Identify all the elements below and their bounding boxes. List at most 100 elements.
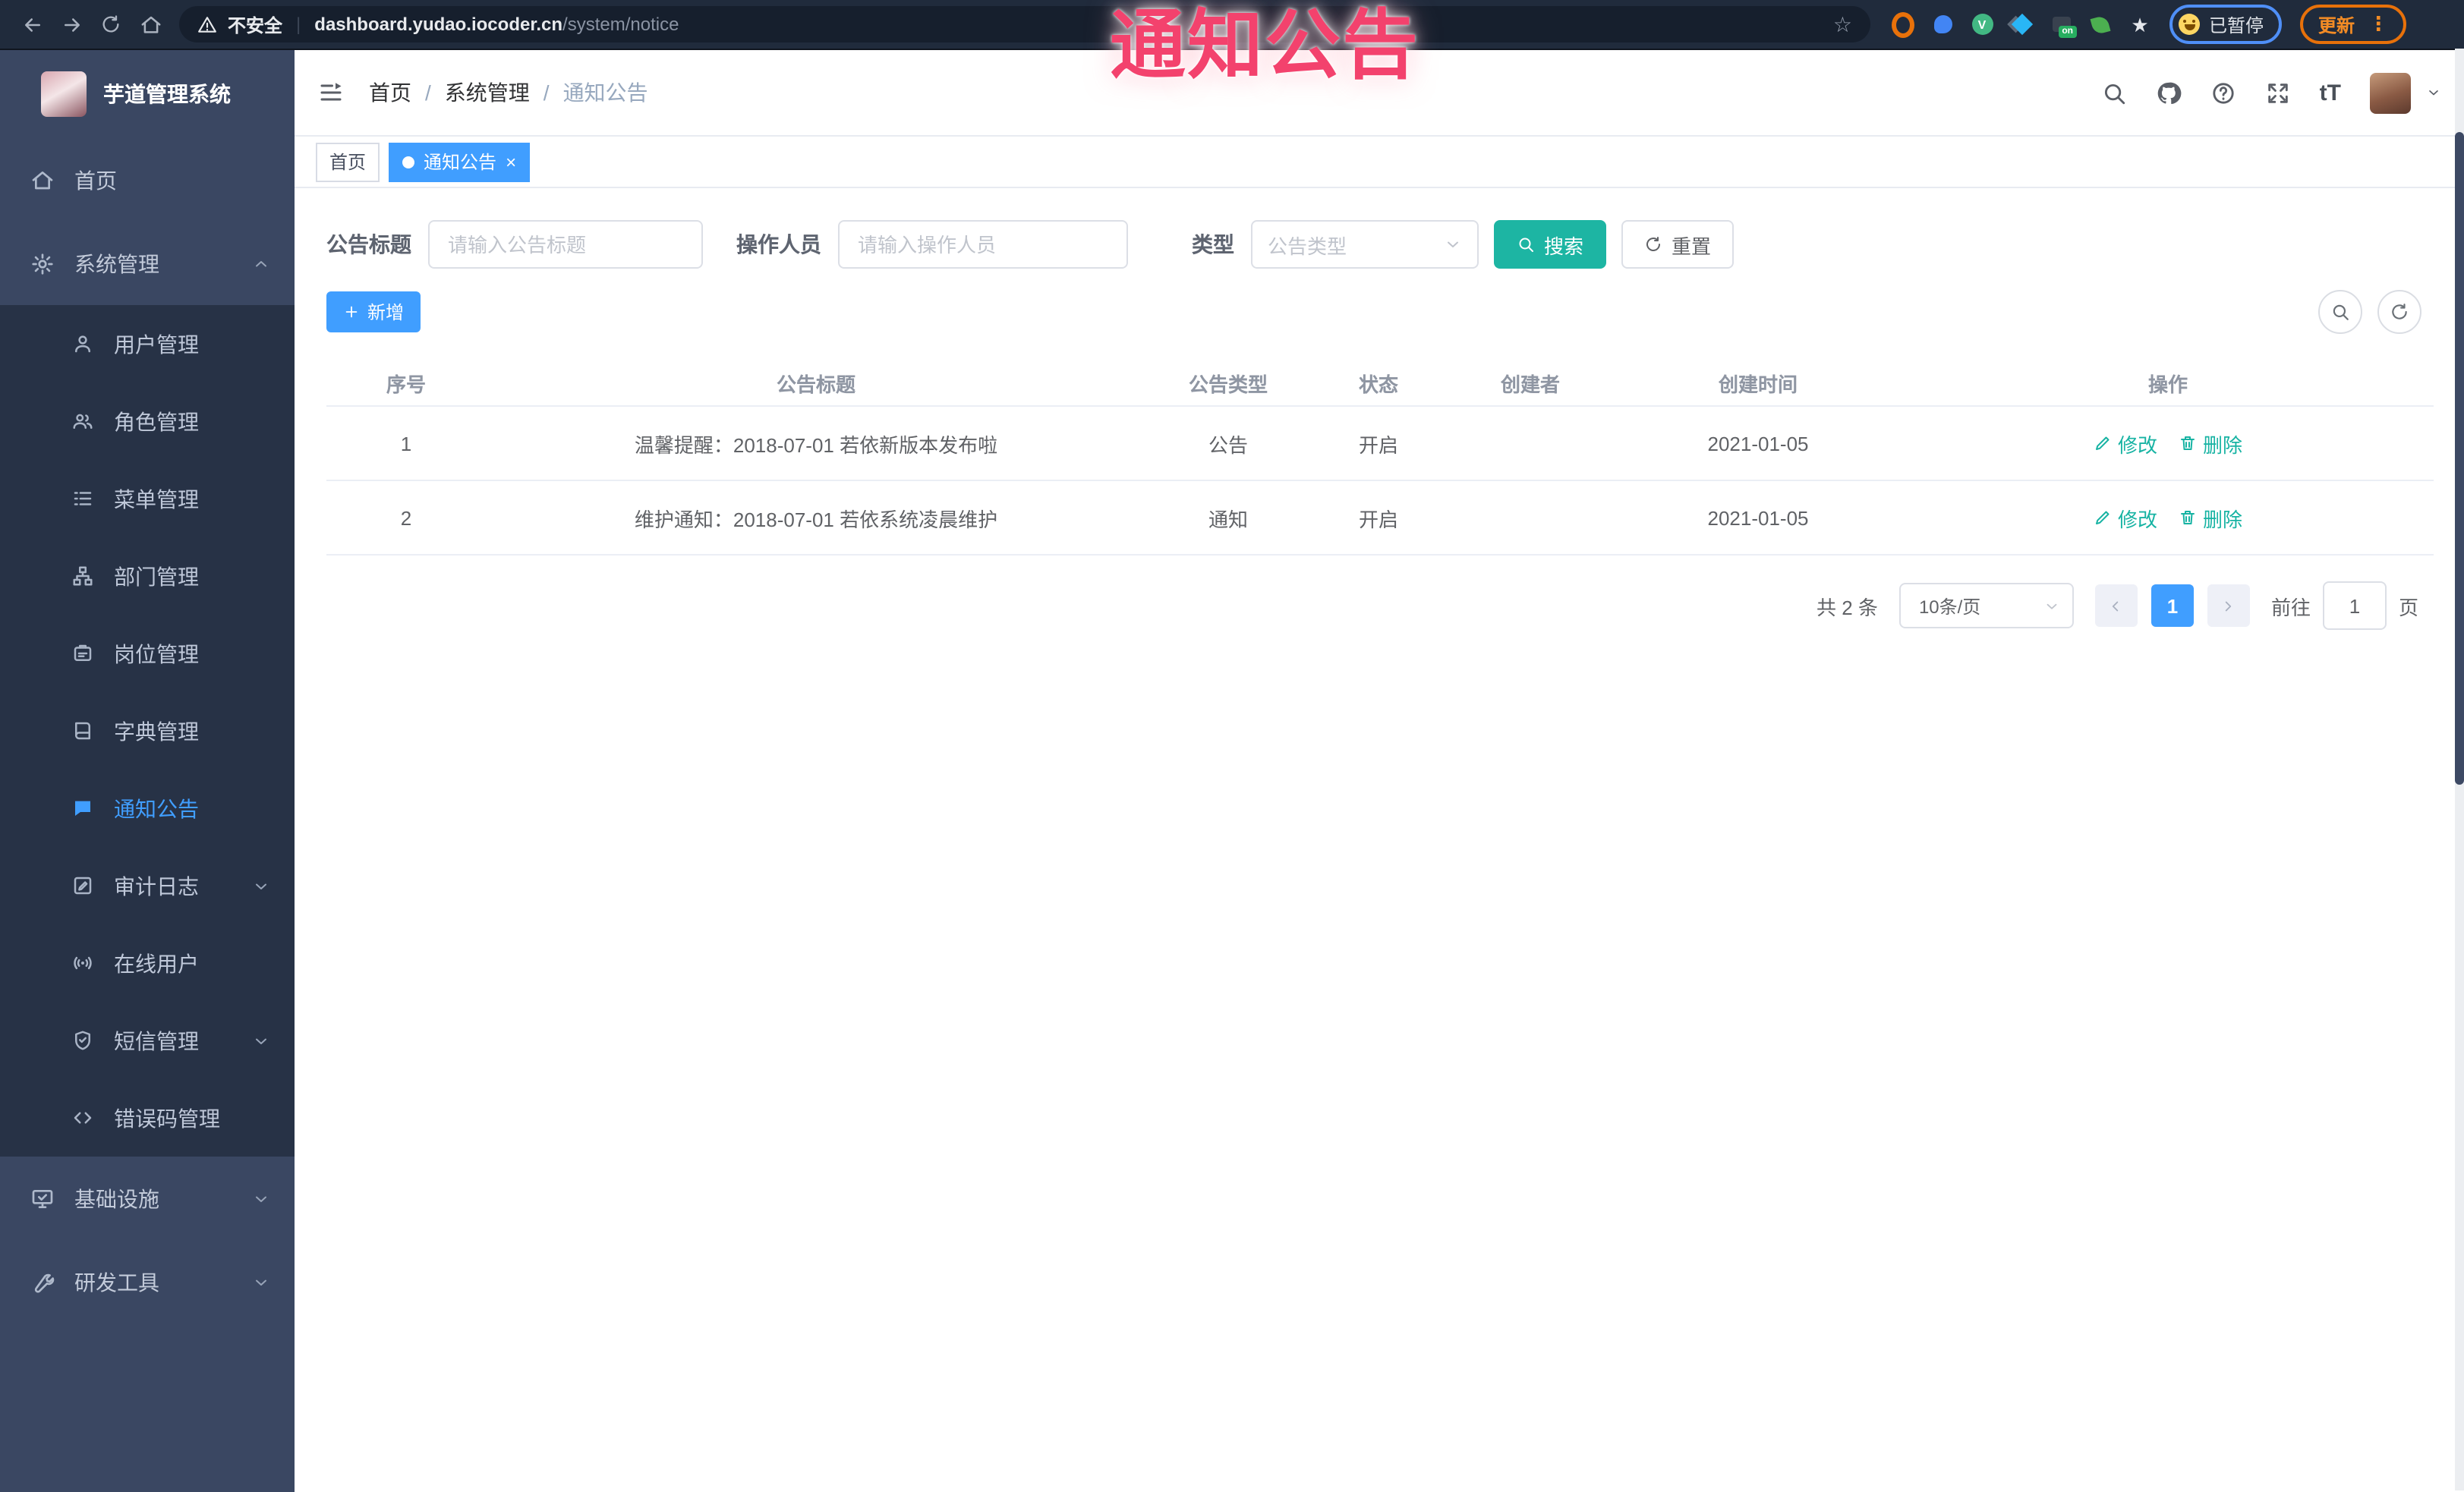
goto-label: 前往	[2270, 596, 2311, 619]
chevron-down-icon	[252, 877, 270, 895]
pagination: 共 2 条 10条/页 1 前往 1 页	[326, 581, 2434, 630]
users-icon	[71, 410, 94, 433]
avatar-caret-icon[interactable]	[2426, 85, 2441, 100]
header-search-icon[interactable]	[2101, 80, 2127, 105]
help-icon[interactable]	[2210, 80, 2236, 105]
blue-pin-extension-icon[interactable]	[1931, 13, 1954, 36]
refresh-icon	[2390, 302, 2409, 322]
goto-page-input[interactable]	[2322, 581, 2387, 630]
insecure-warning-icon	[197, 14, 217, 34]
sidebar: 芋道管理系统 首页 系统管理 用户管理 角色管理 菜单管理 部门管理 岗位管理 …	[0, 50, 295, 1492]
user-avatar[interactable]	[2370, 72, 2411, 113]
scrollbar-thumb[interactable]	[2455, 132, 2464, 785]
tags-view-bar: 首页 通知公告 ×	[295, 137, 2464, 188]
stack-on-extension-icon[interactable]: on	[2050, 13, 2076, 38]
announcement-icon	[71, 797, 94, 820]
close-tab-icon[interactable]: ×	[506, 153, 516, 171]
search-button[interactable]: 搜索	[1494, 220, 1607, 269]
breadcrumb: 首页 系统管理 通知公告	[369, 77, 648, 108]
sidebar-item-notice-announcement[interactable]: 通知公告	[0, 770, 295, 847]
dictionary-icon	[71, 719, 94, 742]
font-size-icon[interactable]: tT	[2320, 80, 2341, 105]
sidebar-item-sms-management[interactable]: 短信管理	[0, 1002, 295, 1079]
operator-input[interactable]	[838, 220, 1128, 269]
sidebar-item-role-management[interactable]: 角色管理	[0, 382, 295, 460]
home-icon	[30, 168, 55, 192]
browser-menu-icon[interactable]: ⋮	[2368, 12, 2388, 36]
notice-title-label: 公告标题	[326, 232, 411, 257]
sidebar-item-system-management[interactable]: 系统管理	[0, 222, 295, 305]
sidebar-logo[interactable]: 芋道管理系统	[0, 50, 295, 138]
leaf-extension-icon[interactable]	[2089, 13, 2112, 36]
cell-status: 开启	[1358, 433, 1398, 456]
tab-notice-announcement[interactable]: 通知公告 ×	[389, 142, 531, 181]
page-size-select[interactable]: 10条/页	[1898, 583, 2074, 628]
browser-home-button[interactable]	[131, 5, 170, 44]
cell-no: 1	[400, 432, 412, 455]
goto-page: 前往 页	[2271, 581, 2418, 630]
add-button[interactable]: 新增	[326, 291, 421, 332]
search-icon	[2330, 302, 2350, 322]
orange-ring-extension-icon[interactable]	[1892, 11, 1914, 37]
gem-extension-icon[interactable]	[2010, 13, 2033, 36]
notice-title-input[interactable]	[428, 220, 703, 269]
refresh-table-button[interactable]	[2377, 290, 2421, 334]
sidebar-item-user-management[interactable]: 用户管理	[0, 305, 295, 382]
main-area: 首页 系统管理 通知公告 tT 首页	[295, 50, 2464, 1492]
sidebar-toggle-icon[interactable]	[317, 79, 345, 106]
url-host: dashboard.yudao.iocoder.cn	[314, 14, 563, 35]
sidebar-item-dict-management[interactable]: 字典管理	[0, 692, 295, 770]
page-number-button[interactable]: 1	[2150, 584, 2194, 627]
browser-forward-button[interactable]	[52, 5, 91, 44]
sidebar-item-menu-management[interactable]: 菜单管理	[0, 460, 295, 537]
sidebar-item-home[interactable]: 首页	[0, 138, 295, 222]
tab-home[interactable]: 首页	[316, 142, 380, 181]
breadcrumb-home[interactable]: 首页	[369, 77, 411, 108]
cell-actions: 修改 删除	[1902, 429, 2434, 458]
breadcrumb-current: 通知公告	[530, 77, 648, 108]
sidebar-item-post-management[interactable]: 岗位管理	[0, 615, 295, 692]
page-content: 公告标题 操作人员 类型 公告类型 搜索 重置	[295, 188, 2464, 1492]
dev-tools-icon	[30, 1270, 55, 1294]
breadcrumb-system[interactable]: 系统管理	[411, 77, 530, 108]
notice-type-select[interactable]: 公告类型	[1251, 220, 1479, 269]
sidebar-item-dept-management[interactable]: 部门管理	[0, 537, 295, 615]
puzzle-extension-icon[interactable]: ★	[2128, 13, 2151, 36]
sidebar-item-dev-tools[interactable]: 研发工具	[0, 1240, 295, 1324]
edit-link[interactable]: 修改	[2094, 429, 2157, 458]
profile-paused-chip[interactable]: 已暂停	[2169, 5, 2283, 44]
sidebar-item-online-users[interactable]: 在线用户	[0, 924, 295, 1002]
reset-button[interactable]: 重置	[1621, 220, 1735, 269]
browser-back-button[interactable]	[12, 5, 52, 44]
sidebar-item-error-code-management[interactable]: 错误码管理	[0, 1079, 295, 1157]
address-bar[interactable]: 不安全 | dashboard.yudao.iocoder.cn/system/…	[179, 6, 1870, 42]
chevron-right-icon	[2220, 597, 2237, 614]
col-title: 公告标题	[776, 373, 855, 396]
sidebar-item-audit-log[interactable]: 审计日志	[0, 847, 295, 924]
fullscreen-icon[interactable]	[2265, 80, 2291, 105]
github-icon[interactable]	[2156, 80, 2182, 105]
sidebar-item-infrastructure[interactable]: 基础设施	[0, 1157, 295, 1240]
page-scrollbar[interactable]	[2455, 49, 2464, 1490]
security-label[interactable]: 不安全	[228, 11, 282, 37]
browser-reload-button[interactable]	[91, 5, 131, 44]
chevron-down-icon	[252, 1273, 270, 1291]
col-create-time: 创建时间	[1718, 373, 1798, 396]
browser-update-button[interactable]: 更新 ⋮	[2300, 5, 2407, 44]
org-tree-icon	[71, 565, 94, 587]
notice-table: 序号 公告标题 公告类型 状态 创建者 创建时间 操作 1 温馨提醒：2018-…	[326, 361, 2434, 556]
edit-link[interactable]: 修改	[2094, 503, 2157, 532]
delete-link[interactable]: 删除	[2179, 503, 2242, 532]
col-type: 公告类型	[1188, 373, 1268, 396]
vue-devtools-extension-icon[interactable]: V	[1971, 13, 1993, 36]
prev-page-button[interactable]	[2094, 584, 2138, 627]
paused-label: 已暂停	[2209, 14, 2264, 36]
logo-image	[41, 71, 87, 117]
toggle-search-button[interactable]	[2318, 290, 2362, 334]
cell-type: 公告	[1208, 433, 1248, 456]
col-creator: 创建者	[1500, 373, 1560, 396]
delete-link[interactable]: 删除	[2179, 429, 2242, 458]
next-page-button[interactable]	[2207, 584, 2250, 627]
pencil-icon	[2094, 508, 2112, 527]
bookmark-star-icon[interactable]: ☆	[1833, 11, 1852, 37]
